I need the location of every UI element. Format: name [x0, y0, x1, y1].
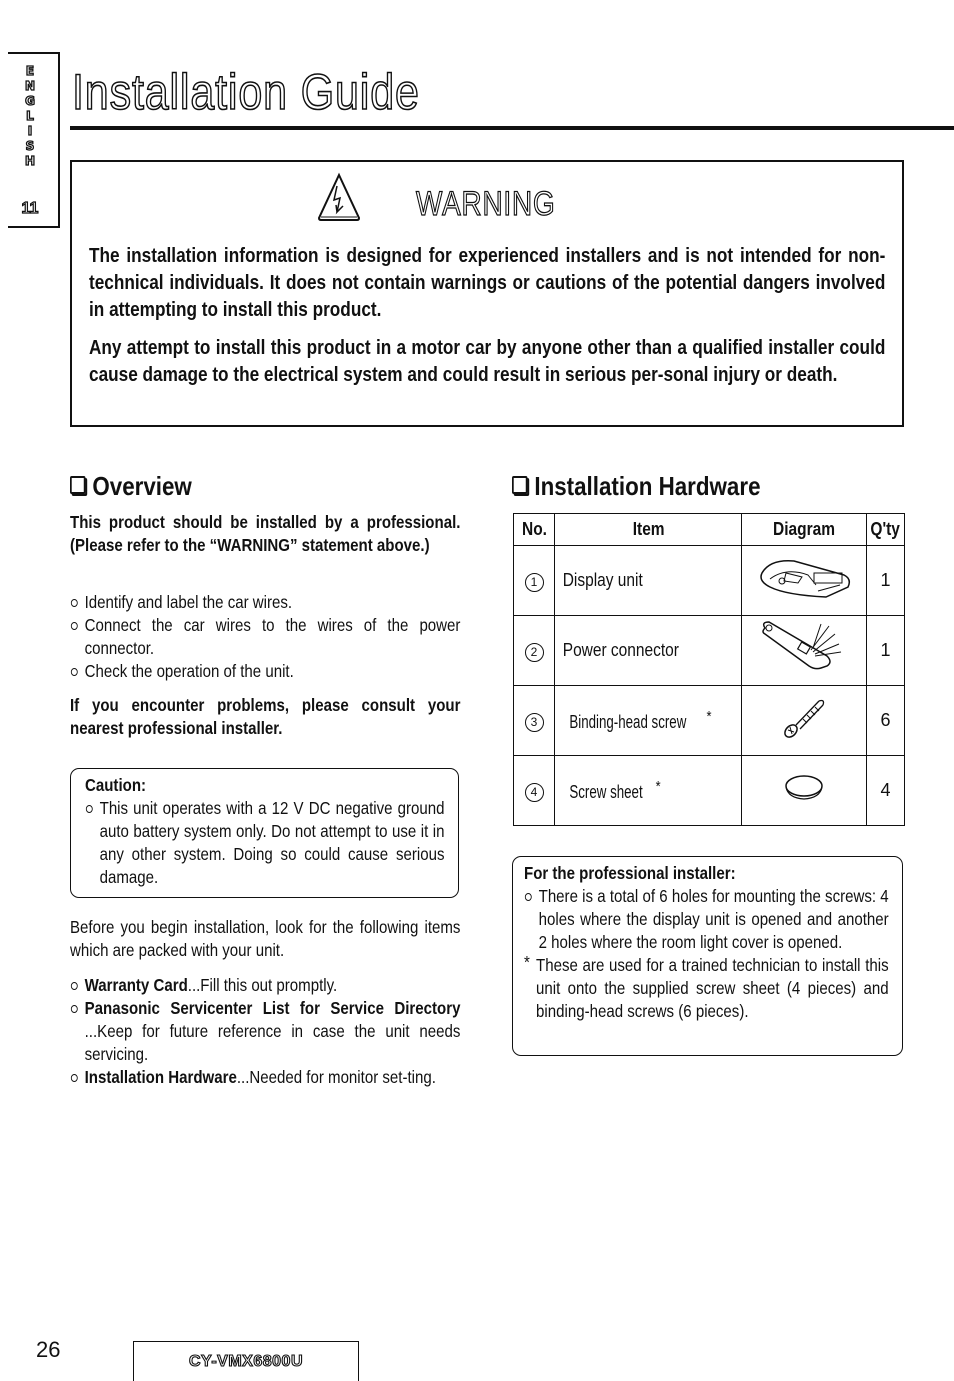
packed-item-desc: ...Fill this out promptly.: [187, 975, 338, 995]
page-number: 26: [36, 1337, 61, 1362]
circled-number: 4: [524, 782, 544, 802]
row-item: Display unit: [554, 545, 742, 616]
section-number: 11: [21, 199, 39, 217]
item-name: Display unit: [562, 570, 643, 590]
language-letter: S: [25, 138, 35, 153]
list-item: Connect the car wires to the wires of th…: [70, 614, 460, 660]
circled-number: 2: [524, 642, 544, 662]
item-name: Power connector: [562, 640, 679, 660]
row-item: Power connector: [554, 615, 742, 686]
column-header-text: Q'ty: [870, 519, 901, 539]
column-header-text: Item: [632, 519, 665, 539]
packed-items-list: Warranty Card...Fill this out promptly. …: [70, 974, 460, 1089]
table-row: 3 Binding-head screw * 6: [513, 685, 905, 756]
list-item: Identify and label the car wires.: [70, 591, 460, 614]
table-header-row: No. Item Diagram Q'ty: [513, 513, 905, 546]
table-row: 1 Display unit 1: [513, 545, 905, 616]
model-label-box: CY-VMX6800U: [133, 1341, 359, 1381]
row-number: 1: [513, 545, 555, 616]
pro-note-label: For the professional installer:: [524, 863, 736, 883]
warning-paragraph: The installation information is designed…: [89, 245, 886, 321]
row-qty: 1: [866, 545, 905, 616]
pro-note-bullet: There is a total of 6 holes for mounting…: [524, 885, 889, 954]
language-letter: E: [25, 63, 35, 78]
row-qty: 1: [866, 615, 905, 686]
overview-heading-text: Overview: [92, 471, 192, 501]
caution-content: Caution: This unit operates with a 12 V …: [85, 774, 444, 889]
title-divider: [70, 126, 954, 130]
packed-intro: Before you begin installation, look for …: [70, 917, 461, 960]
overview-steps: Identify and label the car wires. Connec…: [70, 591, 460, 683]
checkbox-square-icon: [512, 476, 528, 494]
packed-item-desc: ...Needed for monitor set-ting.: [236, 1067, 436, 1087]
power-connector-diagram: [741, 615, 867, 686]
language-letter: G: [24, 93, 35, 108]
binding-head-screw-diagram: [741, 685, 867, 756]
electric-shock-warning-icon: [317, 172, 361, 221]
screw-icon: [784, 699, 825, 738]
circled-number: 1: [524, 572, 544, 592]
overview-intro: This product should be installed by a pr…: [70, 512, 461, 555]
hardware-table: No. Item Diagram Q'ty 1 Display unit 1 2…: [513, 513, 905, 826]
row-qty: 4: [866, 755, 905, 826]
warning-paragraph: Any attempt to install this product in a…: [89, 337, 886, 386]
column-header-qty: Q'ty: [866, 513, 905, 546]
item-name: Binding-head screw: [569, 712, 687, 732]
row-item: Binding-head screw *: [554, 685, 742, 756]
list-item: Check the operation of the unit.: [70, 660, 460, 683]
packed-item-desc: ...Keep for future reference in case the…: [84, 1021, 461, 1064]
table-row: 2 Power connector 1: [513, 615, 905, 686]
row-item: Screw sheet *: [554, 755, 742, 826]
list-item: Warranty Card...Fill this out promptly.: [70, 974, 460, 997]
list-item: Installation Hardware...Needed for monit…: [70, 1066, 460, 1089]
column-header-diagram: Diagram: [741, 513, 867, 546]
packed-item-name: Warranty Card: [84, 975, 188, 995]
packed-item-name: Installation Hardware: [84, 1067, 237, 1087]
asterisk-mark: *: [706, 708, 712, 725]
list-item: Panasonic Servicenter List for Service D…: [70, 997, 460, 1066]
row-number: 2: [513, 615, 555, 686]
caution-text: This unit operates with a 12 V DC negati…: [85, 797, 444, 889]
screw-sheet-diagram: [741, 755, 867, 826]
column-header-no: No.: [513, 513, 555, 546]
display-unit-diagram: [741, 545, 867, 616]
language-label: E N G L I S H: [20, 63, 40, 169]
checkbox-square-icon: [70, 476, 86, 494]
model-name: CY-VMX6800U: [188, 1352, 303, 1370]
asterisk-mark: *: [655, 778, 661, 795]
footnote-text: These are used for a trained technician …: [536, 955, 889, 1021]
asterisk-mark: *: [524, 952, 530, 972]
packed-item-name: Panasonic Servicenter List for Service D…: [84, 998, 461, 1018]
power-connector-icon: [762, 621, 842, 670]
column-header-text: No.: [521, 519, 547, 539]
column-header-item: Item: [554, 513, 742, 546]
row-number: 3: [513, 685, 555, 756]
column-header-text: Diagram: [773, 519, 835, 539]
language-letter: N: [24, 78, 36, 93]
warning-title: WARNING: [415, 184, 556, 223]
row-number: 4: [513, 755, 555, 826]
language-letter: I: [27, 123, 33, 138]
hardware-heading-text: Installation Hardware: [534, 471, 761, 501]
screw-sheet-icon: [785, 775, 823, 800]
hardware-heading: Installation Hardware: [512, 471, 761, 501]
caution-label: Caution:: [85, 775, 147, 795]
overview-heading: Overview: [70, 471, 192, 501]
language-letter: H: [24, 153, 36, 168]
language-letter: L: [26, 108, 35, 123]
page-title: Installation Guide: [71, 63, 420, 121]
professional-installer-content: For the professional installer: There is…: [524, 862, 889, 1023]
language-side-tab: E N G L I S H 11: [8, 52, 60, 228]
row-qty: 6: [866, 685, 905, 756]
table-row: 4 Screw sheet * 4: [513, 755, 905, 826]
problem-note: If you encounter problems, please consul…: [70, 695, 461, 738]
item-name: Screw sheet: [569, 782, 643, 802]
display-unit-icon: [760, 560, 851, 598]
circled-number: 3: [524, 712, 544, 732]
pro-note-footnote: * These are used for a trained technician…: [524, 952, 889, 1023]
